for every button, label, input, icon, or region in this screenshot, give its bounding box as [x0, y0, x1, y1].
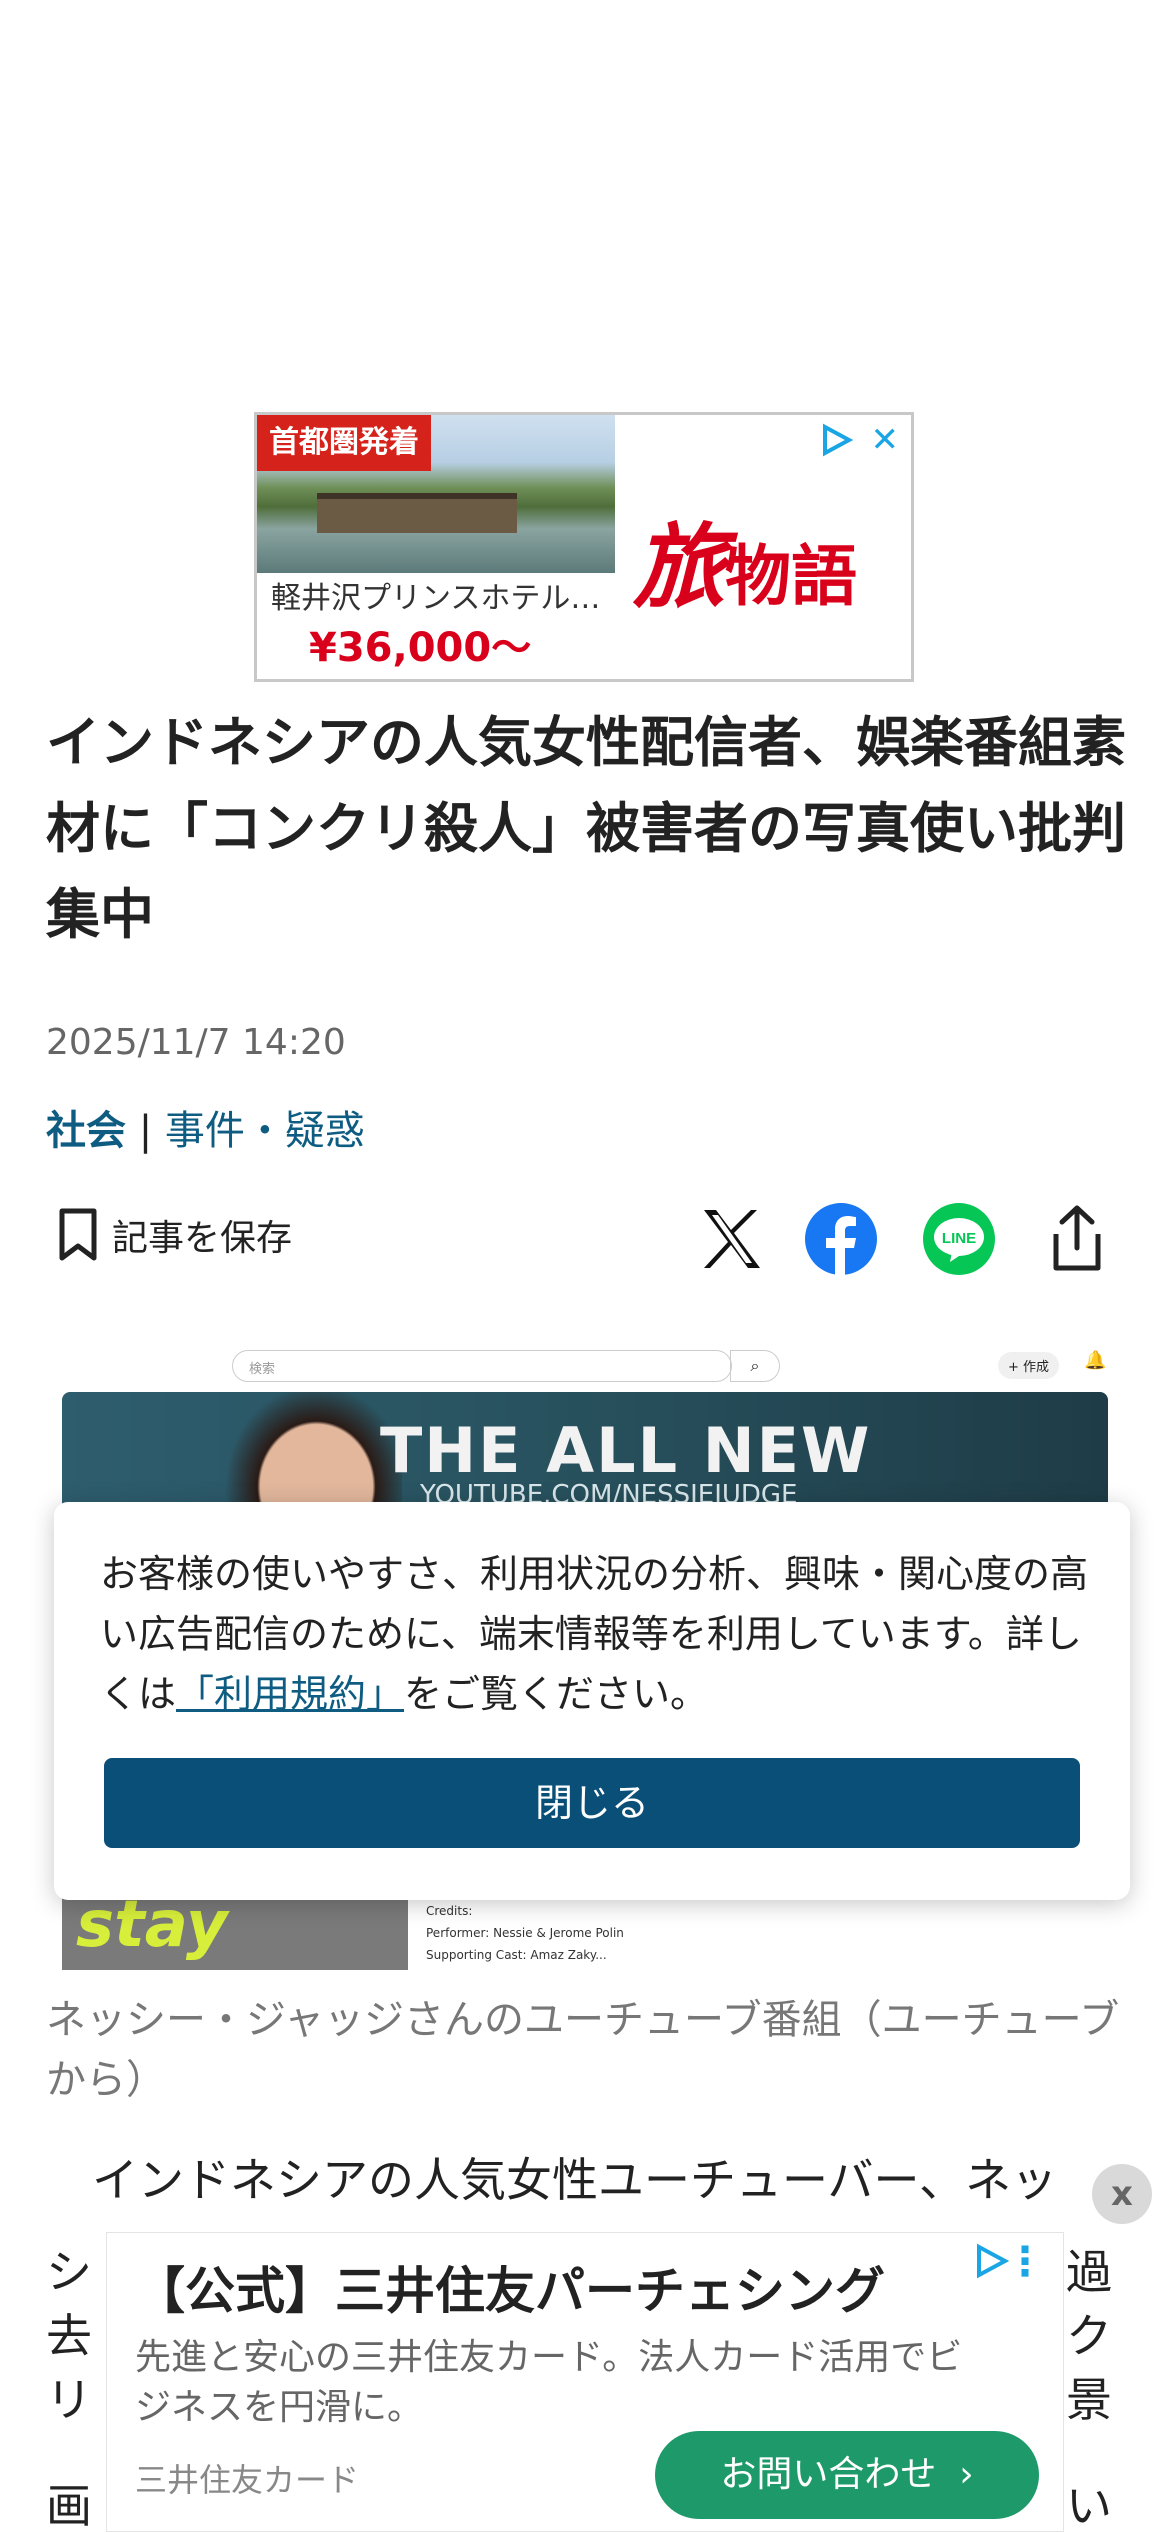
ad-tag: 首都圏発着 — [257, 415, 431, 471]
consent-dialog: お客様の使いやすさ、利用状況の分析、興味・関心度の高い広告配信のために、端末情報… — [54, 1502, 1130, 1900]
body-fragment: 過 — [1066, 2245, 1112, 2299]
bottom-ad-sponsor: 三井住友カード — [135, 2461, 360, 2499]
terms-link[interactable]: 「利用規約」 — [176, 1672, 404, 1716]
ad-brand-logo: 旅物語 — [633, 513, 858, 621]
video-credits: Credits: Performer: Nessie & Jerome Poli… — [426, 1904, 624, 1962]
save-article-button[interactable]: 記事を保存 — [58, 1208, 292, 1262]
line-icon: LINE — [923, 1203, 995, 1275]
body-fragment: 去 — [46, 2309, 92, 2363]
ad-hotel-name: 軽井沢プリンスホテル… — [271, 581, 601, 616]
close-icon[interactable]: ✕ — [871, 423, 900, 457]
image-create-button: + 作成 — [998, 1352, 1060, 1379]
adchoices-icon[interactable] — [819, 423, 853, 457]
save-article-label: 記事を保存 — [112, 1218, 293, 1259]
body-fragment: シ — [46, 2245, 92, 2299]
top-ad-banner[interactable]: 首都圏発着 ✕ 旅物語 軽井沢プリンスホテル… ¥36,000〜 — [254, 412, 914, 682]
search-icon: ⌕ — [730, 1350, 780, 1382]
banner-title: THE ALL NEW — [380, 1414, 872, 1487]
consent-close-button[interactable]: 閉じる — [104, 1758, 1080, 1848]
body-fragment: リ — [46, 2373, 92, 2427]
body-fragment: 画 — [46, 2479, 92, 2532]
bottom-ad-title: 【公式】三井住友パーチェシング — [135, 2262, 885, 2320]
ad-price: ¥36,000〜 — [309, 625, 532, 671]
facebook-icon — [805, 1203, 877, 1276]
share-line-button[interactable]: LINE — [922, 1202, 996, 1276]
category-separator: | — [138, 1108, 153, 1154]
more-options-icon[interactable]: ⋮ — [1005, 2239, 1045, 2285]
bookmark-icon — [59, 1208, 97, 1261]
bell-icon: 🔔 — [1084, 1350, 1107, 1371]
body-fragment: い — [1066, 2479, 1112, 2532]
share-x-button[interactable] — [694, 1202, 768, 1276]
contact-button[interactable]: お問い合わせ › — [655, 2431, 1039, 2519]
subcategory-link[interactable]: 事件・疑惑 — [165, 1108, 365, 1154]
article-body-first-line: インドネシアの人気女性ユーチューバー、ネッ — [92, 2153, 1058, 2207]
bottom-ad[interactable]: 【公式】三井住友パーチェシング ⋮ 先進と安心の三井住友カード。法人カード活用で… — [106, 2232, 1064, 2532]
image-search-bar: 検索 — [232, 1350, 732, 1382]
consent-text: お客様の使いやすさ、利用状況の分析、興味・関心度の高い広告配信のために、端末情報… — [100, 1552, 1089, 1716]
x-icon — [704, 1210, 760, 1268]
share-facebook-button[interactable] — [804, 1202, 878, 1276]
body-fragment: 景 — [1066, 2373, 1112, 2427]
article-date: 2025/11/7 14:20 — [46, 1022, 346, 1063]
svg-text:LINE: LINE — [942, 1230, 976, 1247]
bottom-ad-description: 先進と安心の三井住友カード。法人カード活用でビジネスを円滑に。 — [135, 2337, 963, 2428]
chevron-right-icon: › — [959, 2454, 974, 2495]
share-icon — [1053, 1205, 1101, 1271]
category-link[interactable]: 社会 — [46, 1108, 126, 1154]
image-caption: ネッシー・ジャッジさんのユーチューブ番組（ユーチューブから） — [46, 1997, 1120, 2103]
body-fragment: ク — [1066, 2309, 1112, 2363]
article-headline: インドネシアの人気女性配信者、娯楽番組素材に「コンクリ殺人」被害者の写真使い批判… — [46, 711, 1126, 946]
article-categories: 社会 | 事件・疑惑 — [46, 1098, 365, 1156]
share-more-button[interactable] — [1040, 1202, 1114, 1276]
dismiss-ad-button[interactable]: x — [1092, 2164, 1152, 2224]
